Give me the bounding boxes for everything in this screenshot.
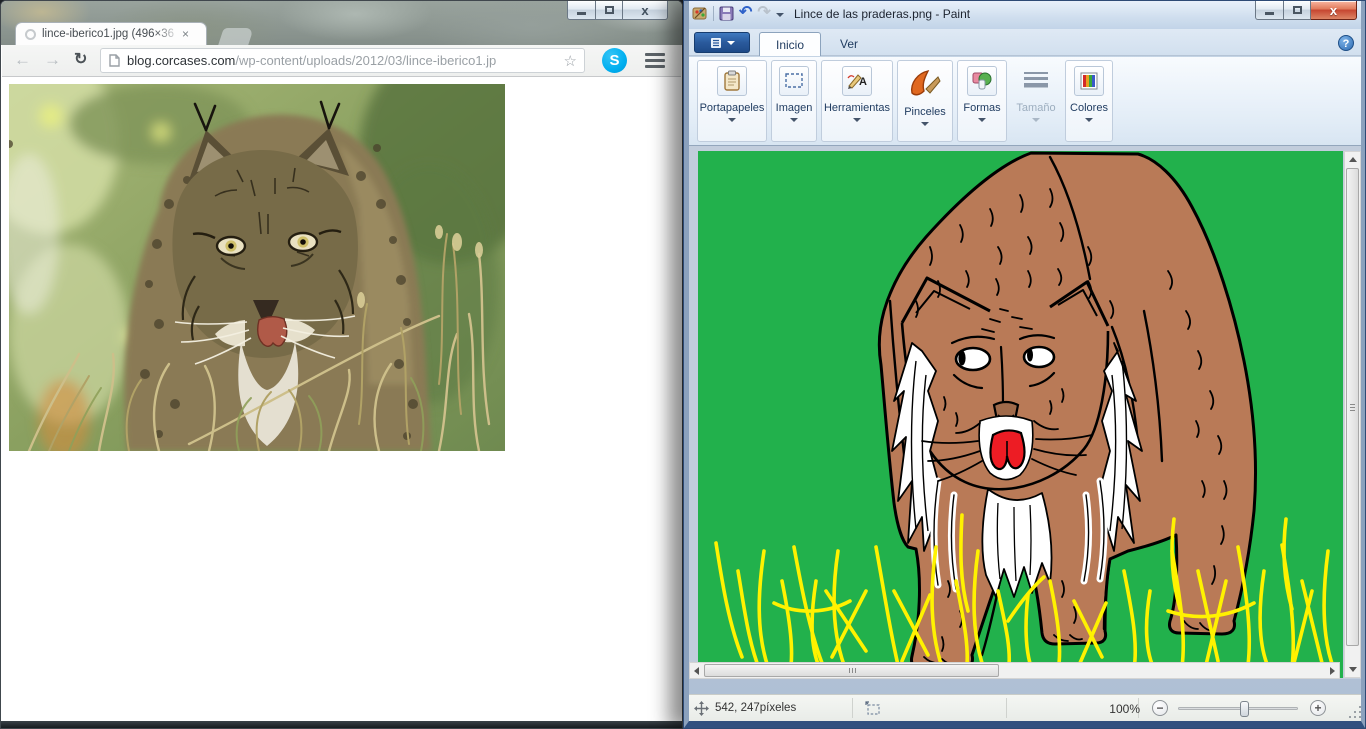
brush-icon: [908, 67, 942, 99]
browser-toolbar: ← → ↻ blog.corcases.com /wp-content/uplo…: [2, 45, 681, 77]
maximize-button[interactable]: [1284, 1, 1311, 20]
status-separator: [852, 698, 853, 718]
url-path: /wp-content/uploads/2012/03/lince-iberic…: [235, 53, 556, 68]
zoom-out-button[interactable]: −: [1152, 700, 1168, 716]
browser-window-controls: x: [567, 1, 668, 20]
close-button[interactable]: x: [623, 1, 668, 20]
clipboard-icon: [722, 70, 742, 92]
forward-button[interactable]: →: [44, 49, 61, 71]
tab-ver[interactable]: Ver: [827, 32, 871, 56]
scroll-down-icon[interactable]: [1349, 667, 1357, 672]
address-bar[interactable]: blog.corcases.com /wp-content/uploads/20…: [100, 48, 585, 73]
size-icon: [1023, 70, 1049, 92]
browser-menu-icon[interactable]: [645, 53, 665, 71]
ribbon-group-tamano: Tamaño: [1011, 60, 1061, 142]
paint-titlebar[interactable]: ↶ ↷ Lince de las praderas.png - Paint x: [684, 1, 1365, 29]
url-host: blog.corcases.com: [127, 53, 235, 68]
cursor-position-readout: 542, 247píxeles: [715, 702, 796, 714]
tools-icon: A: [846, 71, 868, 91]
zoom-in-button[interactable]: +: [1310, 700, 1326, 716]
minimize-button[interactable]: [567, 1, 596, 20]
close-icon: x: [641, 4, 648, 17]
back-button[interactable]: ←: [14, 49, 31, 71]
ribbon-group-portapapeles[interactable]: Portapapeles: [697, 60, 767, 142]
paint-app-icon: [692, 5, 708, 21]
skype-extension-icon[interactable]: S: [602, 48, 627, 73]
scroll-left-icon[interactable]: [694, 667, 699, 675]
scroll-right-icon[interactable]: [1330, 667, 1335, 675]
redo-icon: ↷: [757, 5, 770, 21]
paint-statusbar: 542, 247píxeles 100% − +: [685, 694, 1364, 721]
lynx-photo[interactable]: [9, 84, 505, 451]
dropdown-icon: [921, 122, 929, 126]
file-menu-button[interactable]: [694, 32, 750, 53]
paint-canvas[interactable]: [698, 151, 1343, 678]
vertical-scroll-thumb[interactable]: [1346, 168, 1359, 646]
horizontal-scroll-thumb[interactable]: [704, 664, 999, 677]
dropdown-icon: [1085, 118, 1093, 122]
browser-bottom-border: [1, 721, 682, 728]
horizontal-scrollbar[interactable]: [689, 662, 1340, 679]
colors-icon: [1079, 71, 1099, 91]
paint-menu-row: Inicio Ver ?: [685, 29, 1364, 56]
zoom-slider-thumb[interactable]: [1240, 701, 1249, 717]
favicon-icon: [25, 29, 36, 40]
ribbon-group-formas[interactable]: Formas: [957, 60, 1007, 142]
selection-size-icon: [865, 701, 881, 716]
dropdown-icon: [978, 118, 986, 122]
svg-text:A: A: [859, 76, 867, 88]
vertical-scrollbar[interactable]: [1344, 151, 1361, 678]
bookmark-star-icon[interactable]: ☆: [564, 52, 577, 70]
undo-icon[interactable]: ↶: [739, 5, 752, 21]
zoom-slider[interactable]: [1178, 707, 1298, 710]
paint-canvas-drawing[interactable]: [698, 151, 1343, 678]
browser-page: [4, 77, 679, 721]
qat-separator: [713, 6, 714, 21]
dropdown-icon: [728, 118, 736, 122]
paint-window: ↶ ↷ Lince de las praderas.png - Paint x …: [683, 0, 1366, 729]
quick-access-toolbar: ↶ ↷: [692, 5, 784, 21]
paint-workarea: [689, 146, 1361, 679]
qat-dropdown-icon[interactable]: [776, 13, 784, 17]
maximize-button[interactable]: [596, 1, 623, 20]
paint-window-title: Lince de las praderas.png - Paint: [794, 7, 970, 21]
ribbon-group-imagen[interactable]: Imagen: [771, 60, 817, 142]
minimize-button[interactable]: [1255, 1, 1284, 20]
help-icon[interactable]: ?: [1338, 35, 1354, 51]
close-button[interactable]: x: [1311, 1, 1357, 20]
status-separator: [1006, 698, 1007, 718]
page-icon: [109, 54, 120, 67]
dropdown-icon: [853, 118, 861, 122]
paint-window-controls: x: [1255, 1, 1357, 20]
reload-button[interactable]: ↻: [74, 49, 87, 71]
resize-grip[interactable]: [1349, 706, 1361, 718]
ribbon-group-pinceles[interactable]: Pinceles: [897, 60, 953, 142]
dropdown-icon: [1032, 118, 1040, 122]
file-menu-icon: [710, 37, 722, 49]
browser-tab[interactable]: lince-iberico1.jpg (496×36 ×: [15, 22, 207, 45]
zoom-level-readout: 100%: [1109, 702, 1140, 716]
close-icon: x: [1330, 4, 1337, 17]
ribbon: Portapapeles Imagen A Herramientas Pince…: [685, 57, 1364, 146]
select-icon: [784, 72, 804, 90]
browser-window: x lince-iberico1.jpg (496×36 × ← → ↻ blo…: [0, 0, 683, 729]
new-tab-button[interactable]: [218, 28, 254, 45]
dropdown-icon: [790, 118, 798, 122]
save-icon[interactable]: [719, 6, 734, 21]
tab-title: lince-iberico1.jpg (496×36: [42, 28, 180, 40]
scroll-up-icon[interactable]: [1349, 157, 1357, 162]
tab-inicio[interactable]: Inicio: [759, 32, 821, 56]
cursor-position-icon: [694, 701, 709, 716]
ribbon-group-herramientas[interactable]: A Herramientas: [821, 60, 893, 142]
ribbon-group-colores[interactable]: Colores: [1065, 60, 1113, 142]
shapes-icon: [971, 71, 993, 91]
tab-close-icon[interactable]: ×: [182, 28, 189, 40]
